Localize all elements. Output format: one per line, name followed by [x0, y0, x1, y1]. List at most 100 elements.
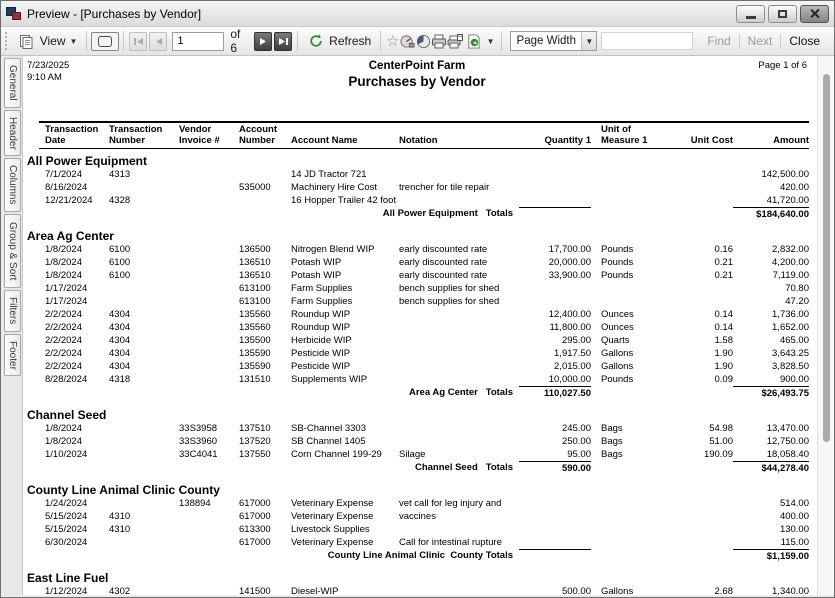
cell-unit-of-measure: Quarts — [591, 334, 661, 347]
table-row: 8/28/20244318131510Supplements WIP10,000… — [39, 373, 817, 386]
totals-quantity — [519, 549, 591, 562]
cell-notation — [399, 334, 519, 347]
cell-amount: 400.00 — [733, 510, 809, 523]
star-icon[interactable]: ☆ — [385, 32, 400, 50]
sidebar-tab-filters[interactable]: Filters — [4, 290, 21, 332]
cell-unit-cost: 190.09 — [661, 448, 733, 461]
cell-amount: 4,200.00 — [733, 256, 809, 269]
totals-quantity — [519, 207, 591, 220]
column-header-vendor-invoice: VendorInvoice # — [171, 124, 231, 146]
refresh-button[interactable]: Refresh — [302, 29, 376, 53]
find-button[interactable]: Find — [699, 34, 738, 48]
cell-unit-cost: 1.90 — [661, 360, 733, 373]
cell-amount: 3,643.25 — [733, 347, 809, 360]
cell-account-number: 131510 — [231, 373, 289, 386]
cell-transaction-date: 1/8/2024 — [39, 256, 109, 269]
cell-notation: early discounted rate — [399, 256, 519, 269]
cell-quantity — [519, 295, 591, 308]
close-preview-button[interactable]: Close — [781, 34, 828, 48]
combo-dropdown-button[interactable]: ▼ — [581, 32, 596, 50]
close-window-button[interactable] — [800, 5, 829, 23]
cell-unit-of-measure — [591, 194, 661, 207]
cell-account-name: Roundup WIP — [289, 321, 399, 334]
cell-quantity — [519, 194, 591, 207]
cell-quantity: 11,800.00 — [519, 321, 591, 334]
cell-quantity: 17,700.00 — [519, 243, 591, 256]
cell-unit-of-measure: Ounces — [591, 308, 661, 321]
table-row: 2/2/20244304135590Pesticide WIP2,015.00G… — [39, 360, 817, 373]
pie-chart-icon[interactable] — [415, 32, 430, 50]
restore-button[interactable] — [768, 5, 797, 23]
printer-icon[interactable] — [431, 32, 447, 50]
cell-amount: 115.00 — [733, 536, 809, 549]
cell-transaction-date: 2/2/2024 — [39, 360, 109, 373]
previous-page-icon — [154, 37, 163, 46]
table-row: 2/2/20244304135590Pesticide WIP1,917.50G… — [39, 347, 817, 360]
cell-account-number: 137510 — [231, 422, 289, 435]
find-text-input[interactable] — [601, 32, 693, 50]
cell-amount: 1,340.00 — [733, 585, 809, 595]
cell-unit-of-measure: Bags — [591, 448, 661, 461]
chevron-down-icon: ▼ — [585, 37, 593, 46]
page-number-input[interactable] — [172, 32, 224, 51]
cell-unit-of-measure — [591, 282, 661, 295]
cell-transaction-date: 8/16/2024 — [39, 181, 109, 194]
column-header-amount: Amount — [733, 124, 809, 146]
cell-transaction-date: 6/30/2024 — [39, 536, 109, 549]
cell-transaction-date: 1/8/2024 — [39, 269, 109, 282]
totals-spacer — [661, 207, 733, 220]
first-page-button[interactable] — [129, 32, 147, 51]
cell-account-number — [231, 194, 289, 207]
cell-account-number: 135560 — [231, 308, 289, 321]
sidebar-tab-header[interactable]: Header — [4, 110, 21, 156]
window-title: Preview - [Purchases by Vendor] — [27, 7, 736, 21]
table-row: 1/8/202433S3960137520SB Channel 1405250.… — [39, 435, 817, 448]
find-next-button[interactable]: Next — [740, 34, 781, 48]
cell-unit-cost — [661, 295, 733, 308]
sidebar-tab-footer[interactable]: Footer — [4, 334, 21, 376]
cell-notation — [399, 194, 519, 207]
toolbar-grip[interactable] — [5, 32, 9, 50]
sidebar-tab-general[interactable]: General — [4, 58, 21, 108]
group-header: Area Ag Center — [27, 230, 817, 243]
cell-account-name: Nitrogen Blend WIP — [289, 243, 399, 256]
cell-vendor-invoice: 33S3960 — [171, 435, 231, 448]
vertical-scrollbar[interactable] — [817, 56, 834, 595]
tooltip-toggle-button[interactable] — [91, 32, 119, 51]
cell-account-number: 617000 — [231, 497, 289, 510]
table-row: 2/2/20244304135500Herbicide WIP295.00Qua… — [39, 334, 817, 347]
cell-transaction-date: 12/21/2024 — [39, 194, 109, 207]
zoom-combobox[interactable]: Page Width ▼ — [510, 31, 598, 51]
cell-transaction-number: 4310 — [109, 510, 171, 523]
cell-account-name: Supplements WIP — [289, 373, 399, 386]
cell-amount: 2,832.00 — [733, 243, 809, 256]
scrollbar-thumb[interactable] — [823, 74, 830, 442]
cell-transaction-date: 5/15/2024 — [39, 523, 109, 536]
cell-notation — [399, 422, 519, 435]
cell-transaction-number: 4318 — [109, 373, 171, 386]
gauge-icon[interactable] — [400, 32, 415, 50]
last-page-button[interactable] — [274, 32, 292, 51]
column-header-transaction-number: TransactionNumber — [109, 124, 171, 146]
cell-transaction-number: 4304 — [109, 334, 171, 347]
sidebar-tab-columns[interactable]: Columns — [4, 158, 21, 212]
column-header-notation: Notation — [399, 124, 519, 146]
print-setup-icon[interactable] — [447, 32, 463, 50]
cell-transaction-number: 4328 — [109, 194, 171, 207]
cell-transaction-date: 1/8/2024 — [39, 435, 109, 448]
cell-unit-cost: 0.14 — [661, 321, 733, 334]
export-button[interactable]: ▼ — [463, 29, 497, 53]
sidebar-tab-group-sort[interactable]: Group & Sort — [4, 214, 21, 288]
previous-page-button[interactable] — [149, 32, 167, 51]
minimize-button[interactable] — [736, 5, 765, 23]
cell-amount: 12,750.00 — [733, 435, 809, 448]
cell-account-name: Diesel-WIP — [289, 585, 399, 595]
cell-vendor-invoice — [171, 523, 231, 536]
view-button[interactable]: View ▼ — [13, 29, 83, 53]
chevron-down-icon: ▼ — [69, 37, 77, 46]
cell-notation: early discounted rate — [399, 269, 519, 282]
next-page-button[interactable] — [254, 32, 272, 51]
cell-vendor-invoice — [171, 256, 231, 269]
separator — [380, 31, 381, 51]
cell-notation: trencher for tile repair — [399, 181, 519, 194]
